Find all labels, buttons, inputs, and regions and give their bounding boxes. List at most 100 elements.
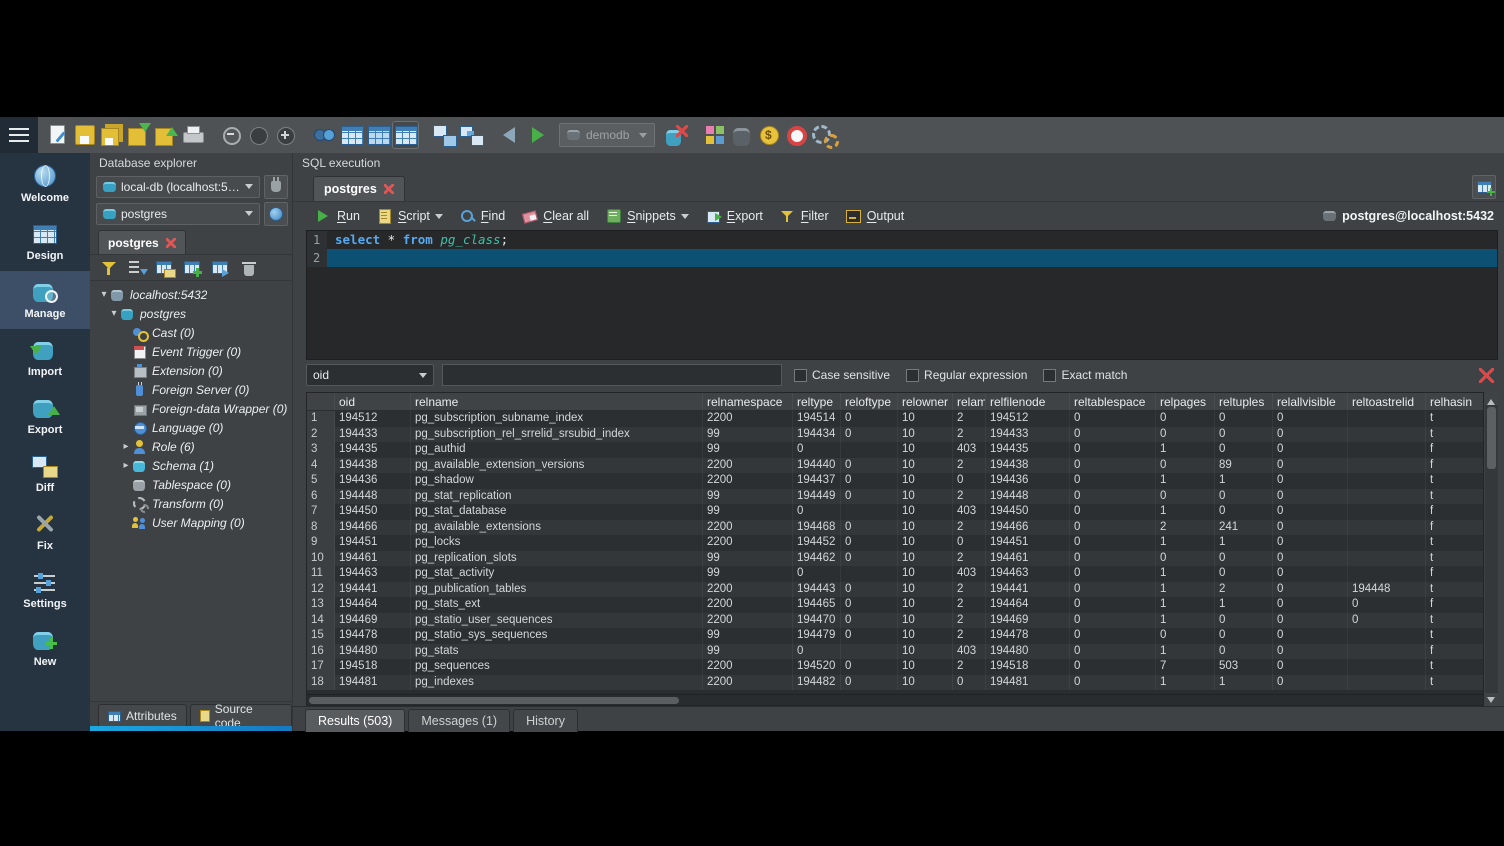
scrollbar-thumb[interactable] (309, 697, 679, 704)
column-header-reltype[interactable]: reltype (793, 393, 841, 410)
checkbox-regular-expression[interactable]: Regular expression (906, 368, 1027, 382)
tree-item[interactable]: localhost:5432 (90, 285, 292, 304)
expand-icon[interactable] (120, 437, 132, 456)
rail-item-settings[interactable]: Settings (0, 561, 90, 619)
tree-item[interactable]: Schema (1) (90, 456, 292, 475)
print-icon[interactable] (179, 121, 206, 149)
zoom-in-icon[interactable] (272, 121, 299, 149)
help-icon[interactable] (783, 121, 810, 149)
snippets-button[interactable]: Snippets (597, 204, 697, 228)
rail-item-manage[interactable]: Manage (0, 271, 90, 329)
tree-item[interactable]: Role (6) (90, 437, 292, 456)
tree-item[interactable]: Foreign Server (0) (90, 380, 292, 399)
tab-source-code[interactable]: Source code (190, 704, 292, 727)
new-script-icon[interactable] (44, 121, 71, 149)
save-as-icon[interactable] (98, 121, 125, 149)
search-column-select[interactable]: oid (306, 364, 434, 386)
tree-item[interactable]: Foreign-data Wrapper (0) (90, 399, 292, 418)
table-row[interactable]: 10194461pg_replication_slots991944620102… (307, 551, 1483, 567)
export-button[interactable]: Export (697, 204, 771, 228)
table-refs-icon[interactable] (458, 121, 485, 149)
new-tab-button[interactable] (1472, 175, 1496, 199)
editor-line[interactable]: 2 (307, 249, 1497, 267)
scroll-up-icon[interactable] (1485, 392, 1498, 405)
table-row[interactable]: 12194441pg_publication_tables22001944430… (307, 582, 1483, 598)
tree-item[interactable]: Cast (0) (90, 323, 292, 342)
close-icon[interactable] (384, 184, 394, 194)
column-header-reloftype[interactable]: reloftype (841, 393, 898, 410)
table-view-icon[interactable] (338, 121, 365, 149)
close-search-icon[interactable] (1479, 368, 1494, 383)
table-row[interactable]: 6194448pg_stat_replication99194449010219… (307, 489, 1483, 505)
nav-forward-icon[interactable] (524, 121, 551, 149)
filter-icon[interactable] (98, 257, 120, 279)
import-file-icon[interactable] (125, 121, 152, 149)
column-header-reltoastrelid[interactable]: reltoastrelid (1348, 393, 1426, 410)
column-header-relowner[interactable]: relowner (898, 393, 953, 410)
column-header-relnamespace[interactable]: relnamespace (703, 393, 793, 410)
output-button[interactable]: Output (837, 204, 913, 228)
column-header-relam[interactable]: relam (953, 393, 986, 410)
clear-all-button[interactable]: Clear all (513, 204, 597, 228)
connection-actions-button[interactable] (264, 175, 288, 199)
table-add-icon[interactable] (182, 257, 204, 279)
table-row[interactable]: 16194480pg_stats990104031944800100f (307, 644, 1483, 660)
collapse-icon[interactable] (108, 304, 120, 323)
sql-editor[interactable]: 1select * from pg_class;2 (306, 230, 1498, 360)
join-tables-icon[interactable] (431, 121, 458, 149)
table-filter-icon[interactable] (392, 121, 419, 149)
tab-results[interactable]: Results (503) (305, 709, 405, 732)
column-header-relhasin[interactable]: relhasin (1426, 393, 1484, 410)
table-row[interactable]: 8194466pg_available_extensions2200194468… (307, 520, 1483, 536)
rail-item-welcome[interactable]: Welcome (0, 155, 90, 213)
rail-item-diff[interactable]: Diff (0, 445, 90, 503)
collapse-icon[interactable] (98, 285, 110, 304)
trash-icon[interactable] (238, 257, 260, 279)
nav-back-icon[interactable] (497, 121, 524, 149)
table-row[interactable]: 9194451pg_locks220019445201001944510110t (307, 535, 1483, 551)
table-struct-icon[interactable] (365, 121, 392, 149)
plugins-icon[interactable] (810, 121, 837, 149)
tree-item[interactable]: Extension (0) (90, 361, 292, 380)
table-row[interactable]: 18194481pg_indexes2200194482010019448101… (307, 675, 1483, 691)
billing-icon[interactable] (756, 121, 783, 149)
tab-messages[interactable]: Messages (1) (408, 709, 510, 732)
disconnect-icon[interactable] (663, 121, 690, 149)
column-header-relname[interactable]: relname (411, 393, 703, 410)
find-button[interactable]: Find (451, 204, 513, 228)
tree-item[interactable]: postgres (90, 304, 292, 323)
table-mail-icon[interactable] (154, 257, 176, 279)
rail-item-import[interactable]: Import (0, 329, 90, 387)
tab-history[interactable]: History (513, 709, 578, 732)
table-row[interactable]: 15194478pg_statio_sys_sequences991944790… (307, 628, 1483, 644)
database-select[interactable]: postgres (96, 203, 260, 225)
export-file-icon[interactable] (152, 121, 179, 149)
tree-item[interactable]: Transform (0) (90, 494, 292, 513)
zoom-reset-icon[interactable] (245, 121, 272, 149)
scroll-down-icon[interactable] (1485, 693, 1498, 706)
theme-icon[interactable] (702, 121, 729, 149)
table-row[interactable]: 14194469pg_statio_user_sequences22001944… (307, 613, 1483, 629)
table-row[interactable]: 3194435pg_authid990104031944350100f (307, 442, 1483, 458)
rail-item-export[interactable]: Export (0, 387, 90, 445)
tree-item[interactable]: Tablespace (0) (90, 475, 292, 494)
vertical-scrollbar[interactable] (1485, 392, 1498, 706)
explorer-tab-postgres[interactable]: postgres (98, 230, 186, 254)
table-row[interactable]: 4194438pg_available_extension_versions22… (307, 458, 1483, 474)
scrollbar-thumb[interactable] (1487, 407, 1496, 469)
column-header-reltablespace[interactable]: reltablespace (1070, 393, 1156, 410)
checkbox-exact-match[interactable]: Exact match (1043, 368, 1127, 382)
expand-icon[interactable] (120, 456, 132, 475)
column-header-relallvisible[interactable]: relallvisible (1273, 393, 1348, 410)
tree-item[interactable]: Language (0) (90, 418, 292, 437)
database-icon[interactable] (729, 121, 756, 149)
tab-attributes[interactable]: Attributes (98, 704, 187, 727)
table-row[interactable]: 5194436pg_shadow220019443701001944360110… (307, 473, 1483, 489)
table-row[interactable]: 1194512pg_subscription_subname_index2200… (307, 411, 1483, 427)
editor-line[interactable]: 1select * from pg_class; (307, 231, 1497, 249)
close-icon[interactable] (166, 238, 176, 248)
grid-search-input[interactable] (442, 364, 782, 386)
column-header-oid[interactable]: oid (335, 393, 411, 410)
tree-item[interactable]: User Mapping (0) (90, 513, 292, 532)
rail-item-fix[interactable]: Fix (0, 503, 90, 561)
